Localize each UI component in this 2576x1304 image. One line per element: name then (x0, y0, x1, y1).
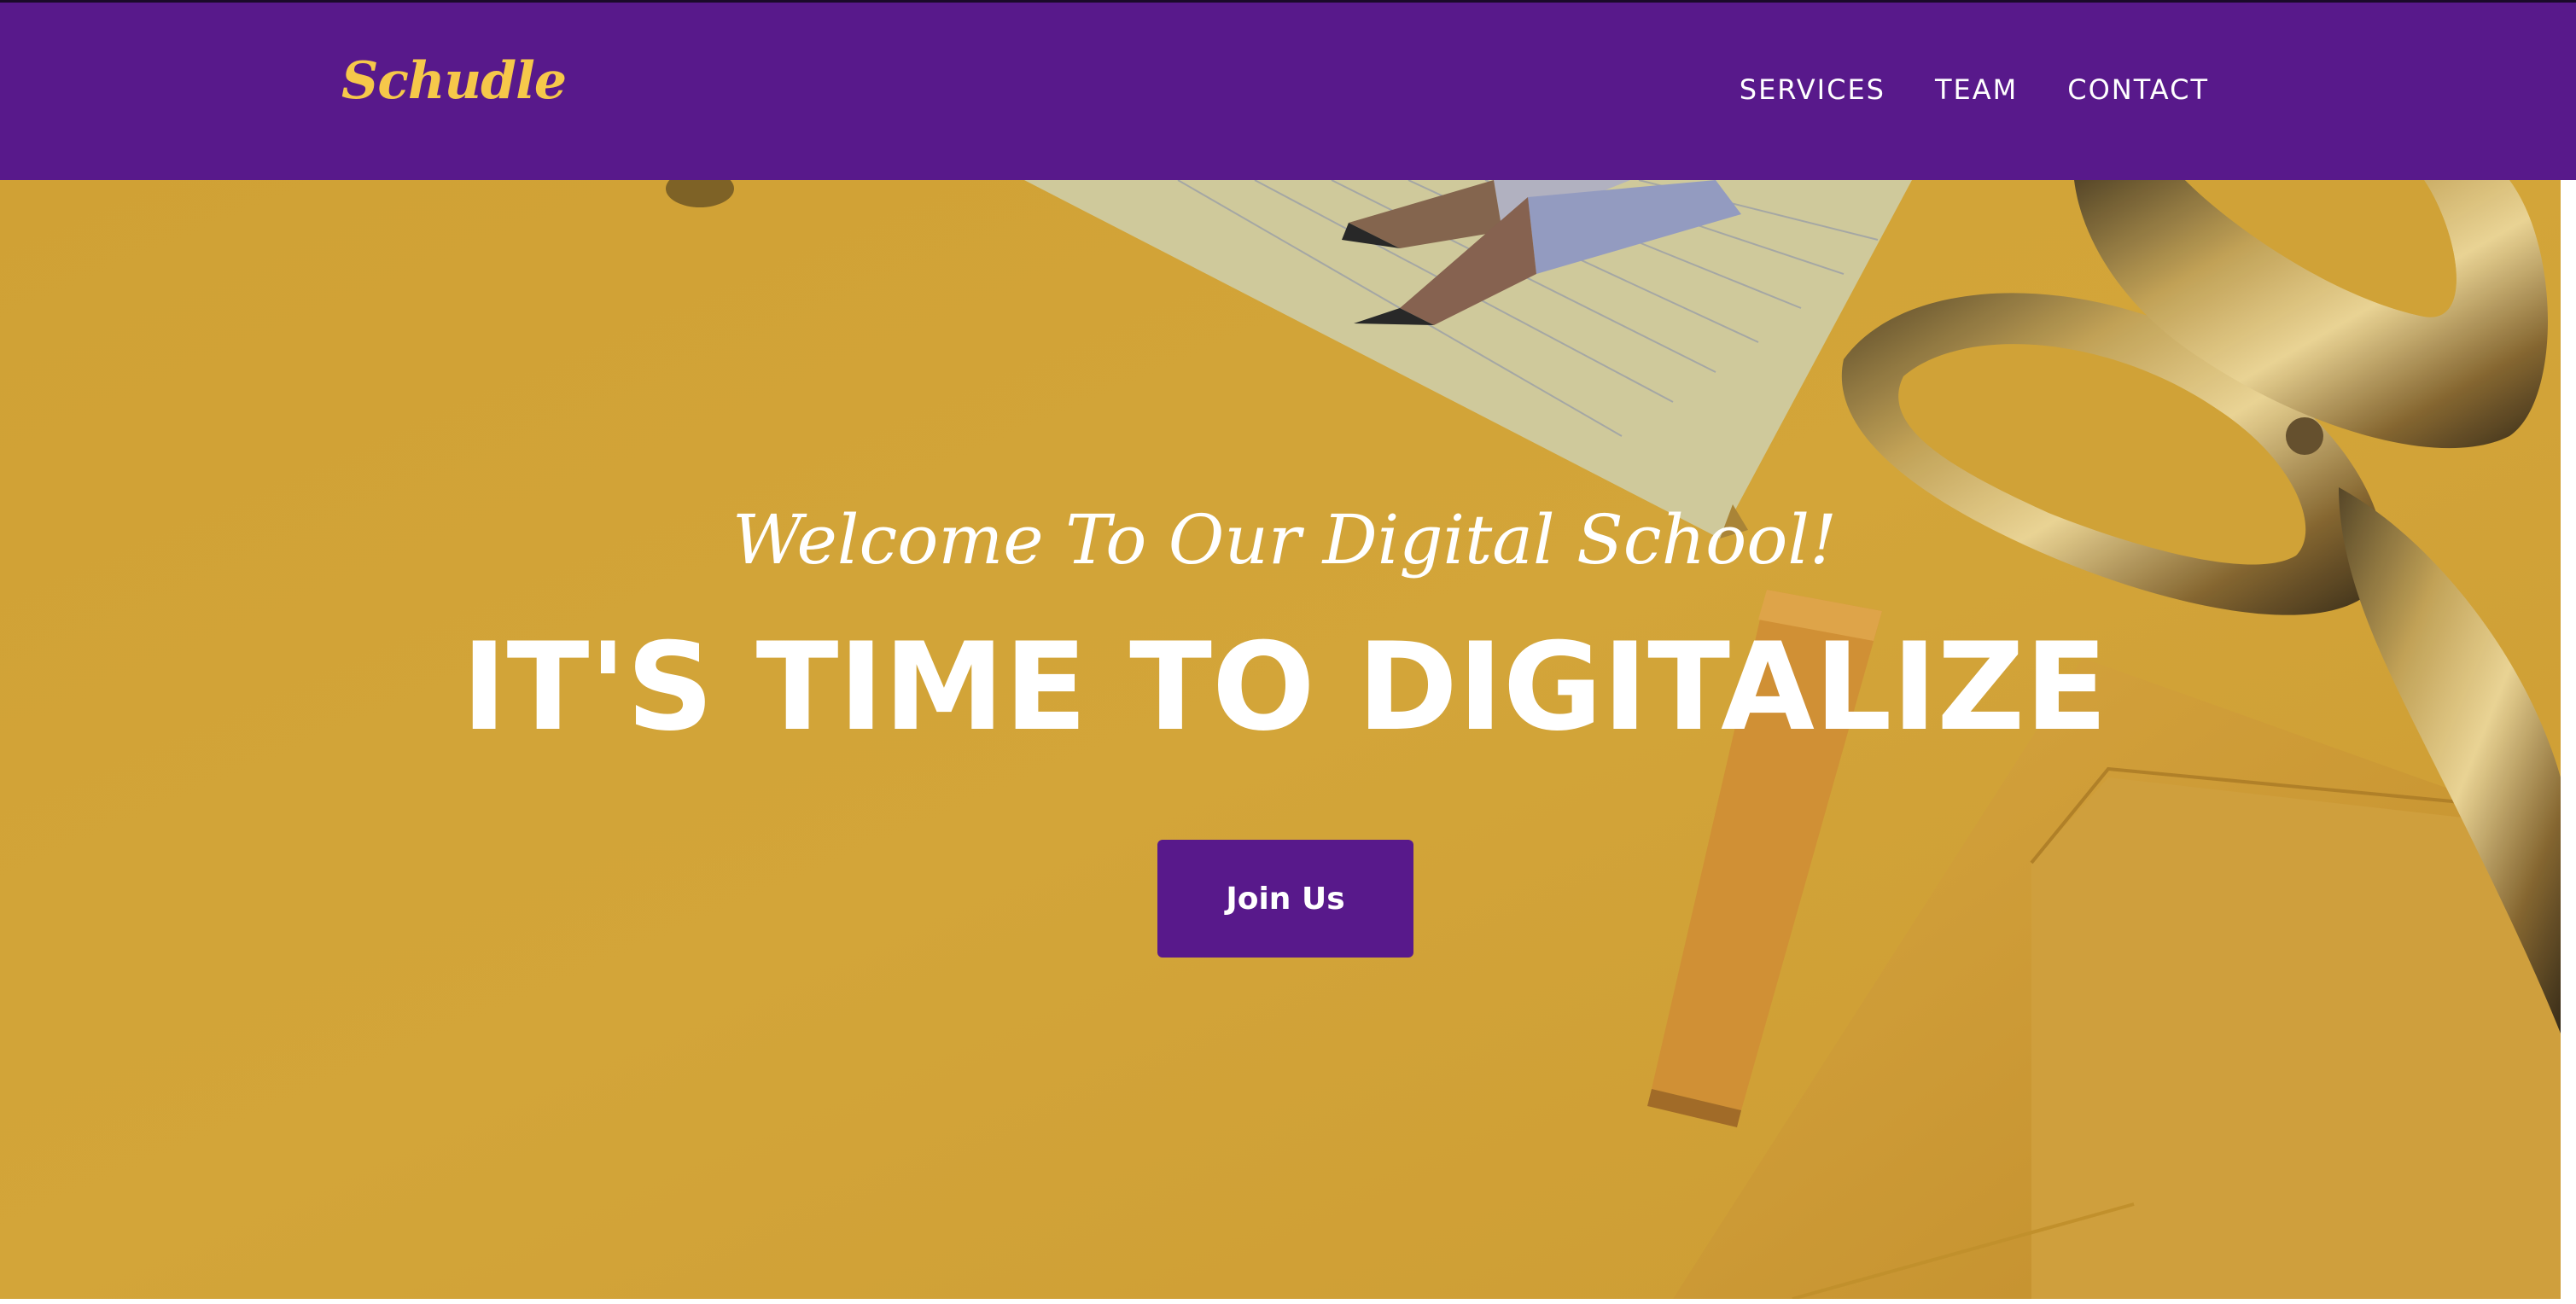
hero-content: Welcome To Our Digital School! IT'S TIME… (0, 180, 2561, 1299)
nav-link-services[interactable]: SERVICES (1740, 76, 1885, 103)
hero-headline: IT'S TIME TO DIGITALIZE (461, 617, 2108, 758)
brand-logo[interactable]: Schudle (341, 55, 567, 107)
hero-section: Welcome To Our Digital School! IT'S TIME… (0, 180, 2561, 1299)
page: Schudle SERVICES TEAM CONTACT Welcome To… (0, 0, 2576, 1304)
right-edge (2561, 180, 2576, 1304)
nav-links: SERVICES TEAM CONTACT (1740, 76, 2209, 103)
nav-link-team[interactable]: TEAM (1935, 76, 2018, 103)
bottom-edge (0, 1299, 2576, 1304)
hero-welcome-text: Welcome To Our Digital School! (731, 500, 1838, 579)
nav-link-contact[interactable]: CONTACT (2067, 76, 2209, 103)
navbar: Schudle SERVICES TEAM CONTACT (0, 0, 2576, 180)
join-us-button[interactable]: Join Us (1157, 840, 1413, 958)
